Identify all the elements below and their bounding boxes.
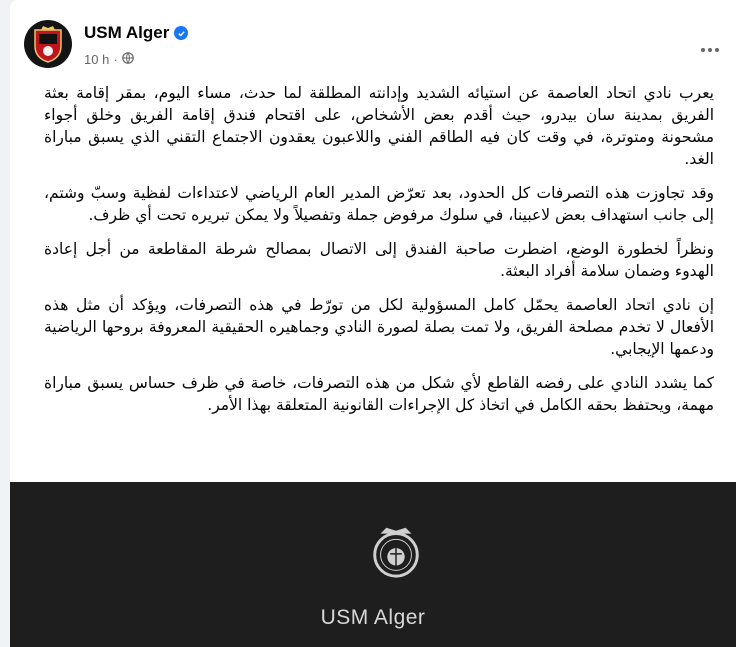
- post-body: يعرب نادي اتحاد العاصمة عن استيائه الشدي…: [44, 82, 714, 428]
- post-paragraph: يعرب نادي اتحاد العاصمة عن استيائه الشدي…: [44, 84, 714, 168]
- meta-separator: ·: [113, 52, 118, 67]
- post-paragraph: كما يشدد النادي على رفضه القاطع لأي شكل …: [44, 374, 714, 414]
- club-logo-icon: [373, 527, 419, 578]
- post-meta: 10 h ·: [84, 52, 134, 67]
- page-name[interactable]: USM Alger: [84, 23, 169, 43]
- post-timestamp[interactable]: 10 h: [84, 52, 109, 67]
- post-paragraph: ونظراً لخطورة الوضع، اضطرت صاحبة الفندق …: [44, 240, 714, 280]
- globe-icon[interactable]: [121, 52, 134, 67]
- club-crest-icon: [34, 26, 62, 63]
- post-card: USM Alger 10 h · يعرب نادي اتحاد العاصمة…: [10, 0, 736, 647]
- page-name-link[interactable]: USM Alger: [84, 23, 189, 43]
- post-header: USM Alger 10 h ·: [24, 12, 736, 72]
- page-avatar[interactable]: [24, 20, 72, 68]
- post-image[interactable]: USM Alger: [10, 482, 736, 647]
- more-options-icon[interactable]: [698, 38, 722, 62]
- post-paragraph: إن نادي اتحاد العاصمة يحمّل كامل المسؤول…: [44, 296, 714, 358]
- verified-badge-icon: [174, 26, 189, 40]
- post-paragraph: وقد تجاوزت هذه التصرفات كل الحدود، بعد ت…: [44, 184, 714, 224]
- media-caption: USM Alger: [320, 606, 426, 629]
